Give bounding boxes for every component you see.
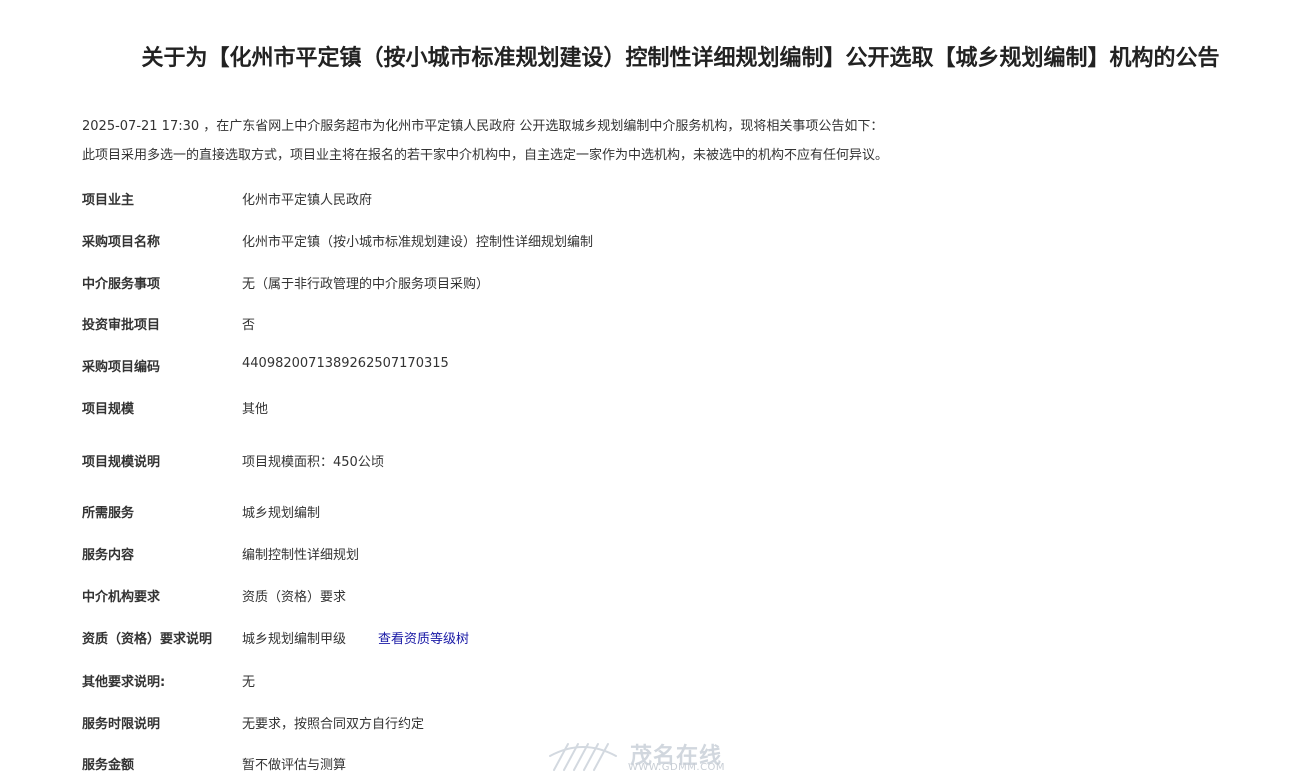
watermark-logo-icon <box>549 743 617 771</box>
detail-label: 资质（资格）要求说明 <box>82 632 213 647</box>
site-watermark: 茂名在线 WWW.GDMM.COM <box>548 736 748 776</box>
detail-value: 编制控制性详细规划 <box>242 548 360 563</box>
detail-label: 项目规模说明 <box>82 455 161 470</box>
detail-label: 项目业主 <box>82 193 135 208</box>
detail-label: 采购项目名称 <box>82 235 161 250</box>
announcement-page: 关于为【化州市平定镇（按小城市标准规划建设）控制性详细规划编制】公开选取【城乡规… <box>0 0 1289 780</box>
intro-line-2: 此项目采用多选一的直接选取方式，项目业主将在报名的若干家中介机构中，自主选定一家… <box>82 148 889 163</box>
detail-label: 服务金额 <box>82 758 135 773</box>
detail-value: 暂不做评估与测算 <box>242 758 347 773</box>
detail-value: 其他 <box>242 402 269 417</box>
detail-value: 城乡规划编制 <box>242 506 321 521</box>
detail-label: 服务时限说明 <box>82 717 161 732</box>
detail-value: 城乡规划编制甲级 <box>242 632 347 647</box>
detail-value: 无 <box>242 675 256 690</box>
page-title: 关于为【化州市平定镇（按小城市标准规划建设）控制性详细规划编制】公开选取【城乡规… <box>141 46 1220 71</box>
intro-line-1: 2025-07-21 17:30 ，在广东省网上中介服务超市为化州市平定镇人民政… <box>82 119 884 134</box>
detail-label: 项目规模 <box>82 402 135 417</box>
detail-label: 采购项目编码 <box>82 360 161 375</box>
watermark-url: WWW.GDMM.COM <box>628 762 726 773</box>
detail-value: 440982007138926250717031​5 <box>242 356 449 371</box>
detail-value: 化州市平定镇人民政府 <box>242 193 373 208</box>
detail-value: 项目规模面积：450公顷 <box>242 455 384 470</box>
detail-label: 服务内容 <box>82 548 135 563</box>
detail-label: 投资审批项目 <box>82 318 161 333</box>
detail-label: 其他要求说明: <box>82 675 166 690</box>
detail-value: 化州市平定镇（按小城市标准规划建设）控制性详细规划编制 <box>242 235 594 250</box>
view-qualification-tree-link[interactable]: 查看资质等级树 <box>378 628 469 647</box>
detail-label: 中介机构要求 <box>82 590 161 605</box>
detail-value: 无要求，按照合同双方自行约定 <box>242 717 425 732</box>
detail-label: 所需服务 <box>82 506 135 521</box>
detail-value: 无（属于非行政管理的中介服务项目采购） <box>242 277 490 292</box>
detail-value: 否 <box>242 318 256 333</box>
detail-label: 中介服务事项 <box>82 277 161 292</box>
detail-value: 资质（资格）要求 <box>242 590 347 605</box>
